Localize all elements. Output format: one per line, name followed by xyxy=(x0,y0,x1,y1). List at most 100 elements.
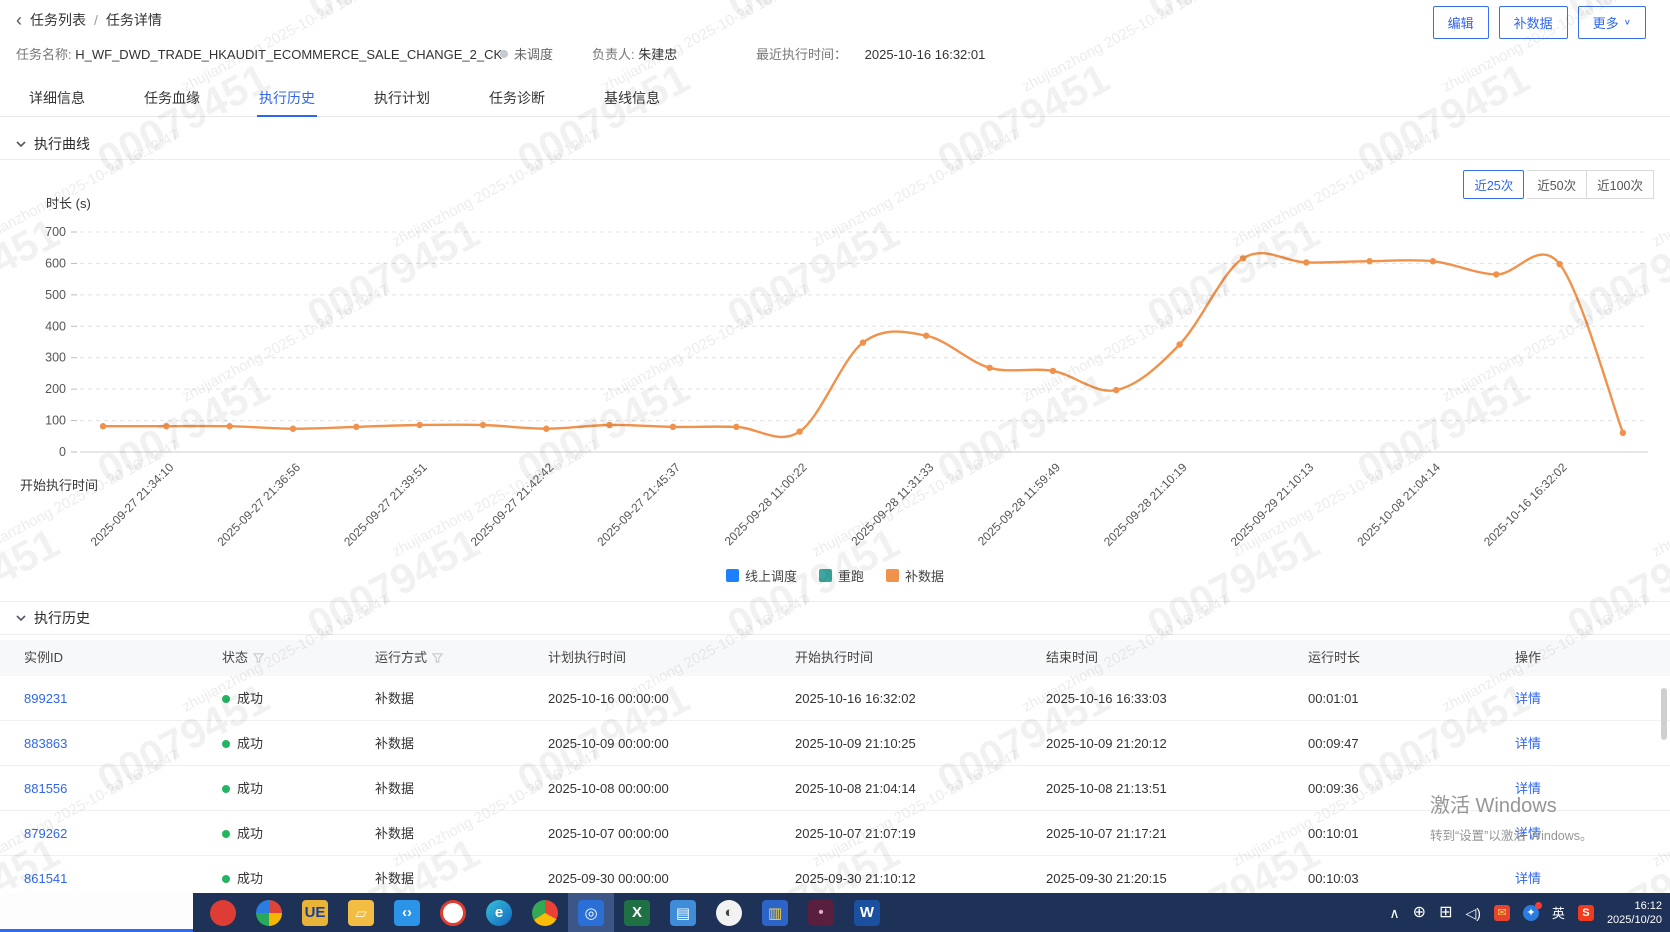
run-type: 补数据 xyxy=(375,871,415,886)
taskbar-red-ring-app-icon[interactable] xyxy=(430,893,476,932)
start-time: 2025-10-08 21:04:14 xyxy=(795,781,916,796)
table-row: 881556 成功 补数据 2025-10-08 00:00:00 2025-10-08… xyxy=(0,766,1670,811)
taskbar-blue-folder-app-icon[interactable]: ▤ xyxy=(660,893,706,932)
range-button-2[interactable]: 近100次 xyxy=(1587,170,1654,199)
tim-app-icon[interactable]: ✦ xyxy=(1522,901,1542,921)
tab-1[interactable]: 任务血缘 xyxy=(142,80,202,117)
instance-id-link[interactable]: 861541 xyxy=(24,871,67,886)
round-light-app-icon: ◐ xyxy=(716,899,742,926)
taskbar-pinwheel-app-icon[interactable] xyxy=(246,893,292,932)
network-globe-icon[interactable]: ⊕ xyxy=(1413,904,1426,921)
column-header-label: 状态 xyxy=(222,650,249,665)
taskbar-window-preview[interactable] xyxy=(0,893,193,932)
taskbar-notebook-app-icon[interactable]: ▥ xyxy=(752,893,798,932)
notebook-app-icon: ▥ xyxy=(762,899,788,926)
filter-funnel-icon[interactable] xyxy=(253,652,265,664)
tray-chevron-up-icon[interactable]: ∧ xyxy=(1389,906,1399,920)
ultraedit-icon: UE xyxy=(302,899,328,926)
taskbar-ultraedit-icon[interactable]: UE xyxy=(292,893,338,932)
detail-link[interactable]: 详情 xyxy=(1515,691,1541,706)
column-header-label: 操作 xyxy=(1515,650,1542,665)
legend-label: 线上调度 xyxy=(744,569,797,584)
more-button-label: 更多 xyxy=(1592,16,1619,31)
section-execution-history[interactable]: 执行历史 xyxy=(0,601,1670,635)
breadcrumb-task-list[interactable]: 任务列表 xyxy=(30,10,86,30)
svg-text:400: 400 xyxy=(45,319,66,333)
svg-text:2025-09-28 11:59:49: 2025-09-28 11:59:49 xyxy=(975,460,1063,548)
success-dot-icon xyxy=(222,694,230,703)
taskbar-edge-icon[interactable]: e xyxy=(476,893,522,932)
status-text: 未调度 xyxy=(514,47,554,62)
taskbar-vscode-icon[interactable]: ‹› xyxy=(384,893,430,932)
watermark-stamp-text: zhujianzhong 2025-10-20 16:12:47 xyxy=(599,281,813,406)
watermark-stamp-text: zhujianzhong 2025-10-20 16:12:47 xyxy=(809,436,1023,561)
svg-text:700: 700 xyxy=(45,225,66,239)
svg-text:2025-09-27 21:42:42: 2025-09-27 21:42:42 xyxy=(468,460,557,549)
watermark-stamp-text: zhujianzhong 2025-10-20 16:12:47 xyxy=(1229,436,1443,561)
sogou-icon[interactable]: S xyxy=(1577,904,1594,921)
taskbar-excel-icon[interactable]: X xyxy=(614,893,660,932)
back-icon[interactable]: ‹ xyxy=(16,11,22,29)
taskbar-data-platform-app-icon[interactable]: ◎ xyxy=(568,893,614,932)
legend-item-1[interactable]: 重跑 xyxy=(818,566,864,585)
instance-id-link[interactable]: 883863 xyxy=(24,736,67,751)
chart-legend: 线上调度 重跑 补数据 xyxy=(0,566,1670,585)
more-button[interactable]: 更多 ∨ xyxy=(1577,6,1646,39)
start-time: 2025-10-16 16:32:02 xyxy=(795,691,916,706)
history-table-header: 实例ID 状态 运行方式 计划执行时间 开始执行时间 结束时间 运行时长 操作 xyxy=(0,640,1670,676)
section-execution-curve[interactable]: 执行曲线 xyxy=(0,128,1670,160)
taskbar-dark-app-icon[interactable]: • xyxy=(798,893,844,932)
filter-funnel-icon[interactable] xyxy=(432,652,444,664)
column-header-label: 开始执行时间 xyxy=(795,650,874,665)
word-icon: W xyxy=(854,899,880,926)
edit-button[interactable]: 编辑 xyxy=(1432,6,1489,39)
taskbar-round-light-app-icon[interactable]: ◐ xyxy=(706,893,752,932)
windows-squares-icon[interactable]: ⊞ xyxy=(1439,904,1452,921)
data-platform-app-icon: ◎ xyxy=(578,899,604,926)
row-status: 成功 xyxy=(222,721,263,766)
detail-link[interactable]: 详情 xyxy=(1515,871,1541,886)
mail-app-icon[interactable]: ✉ xyxy=(1493,904,1510,921)
table-scrollbar[interactable] xyxy=(1661,688,1667,740)
legend-swatch-icon xyxy=(886,569,899,582)
taskbar-file-explorer-icon[interactable]: ▱ xyxy=(338,893,384,932)
watermark-id-text: 00079451 xyxy=(929,53,1117,184)
svg-text:2025-10-16 16:32:02: 2025-10-16 16:32:02 xyxy=(1481,460,1570,549)
legend-item-2[interactable]: 补数据 xyxy=(886,566,944,585)
taskbar-icons: UE ▱ ‹› e ◎ X ▤ ◐ ▥ • W xyxy=(200,893,890,932)
instance-id-link[interactable]: 899231 xyxy=(24,691,67,706)
tab-4[interactable]: 任务诊断 xyxy=(487,80,547,117)
watermark-id-text: 00079451 xyxy=(0,208,67,339)
activate-windows-watermark: 激活 Windows 转到“设置”以激活 Windows。 xyxy=(1430,789,1593,844)
svg-text:500: 500 xyxy=(45,288,66,302)
breadcrumb-separator: / xyxy=(94,12,98,28)
speaker-icon[interactable]: ◁) xyxy=(1465,906,1480,920)
legend-item-0[interactable]: 线上调度 xyxy=(725,566,797,585)
tab-5[interactable]: 基线信息 xyxy=(602,80,662,117)
instance-id-link[interactable]: 879262 xyxy=(24,826,67,841)
taskbar-word-icon[interactable]: W xyxy=(844,893,890,932)
svg-text:100: 100 xyxy=(45,414,66,428)
taskbar-chrome-icon[interactable] xyxy=(522,893,568,932)
section-execution-curve-title: 执行曲线 xyxy=(34,135,90,152)
breadcrumb: ‹ 任务列表 / 任务详情 xyxy=(16,10,162,30)
instance-id-link[interactable]: 881556 xyxy=(24,781,67,796)
chrome-icon xyxy=(532,899,558,926)
svg-text:2025-09-27 21:39:51: 2025-09-27 21:39:51 xyxy=(341,460,430,549)
detail-link[interactable]: 详情 xyxy=(1515,736,1541,751)
range-button-0[interactable]: 近25次 xyxy=(1463,170,1525,199)
svg-text:200: 200 xyxy=(45,382,66,396)
backfill-button[interactable]: 补数据 xyxy=(1498,6,1568,39)
tab-0[interactable]: 详细信息 xyxy=(27,80,87,117)
tab-bar: 详细信息 任务血缘 执行历史 执行计划 任务诊断 基线信息 xyxy=(0,80,1670,117)
taskbar-red-app-icon[interactable] xyxy=(200,893,246,932)
task-info-row: 任务名称: H_WF_DWD_TRADE_HKAUDIT_ECOMMERCE_S… xyxy=(0,41,1670,65)
clock[interactable]: 16:12 2025/10/20 xyxy=(1607,899,1662,927)
status-badge: 未调度 xyxy=(500,44,553,63)
tab-2[interactable]: 执行历史 xyxy=(257,80,317,117)
language-indicator[interactable]: 英 xyxy=(1552,903,1565,922)
legend-swatch-icon xyxy=(725,569,739,582)
range-button-1[interactable]: 近50次 xyxy=(1527,170,1588,199)
watermark-stamp-text: zhujianzhong 2025-10-20 16:12:47 xyxy=(0,436,183,561)
tab-3[interactable]: 执行计划 xyxy=(372,80,432,117)
